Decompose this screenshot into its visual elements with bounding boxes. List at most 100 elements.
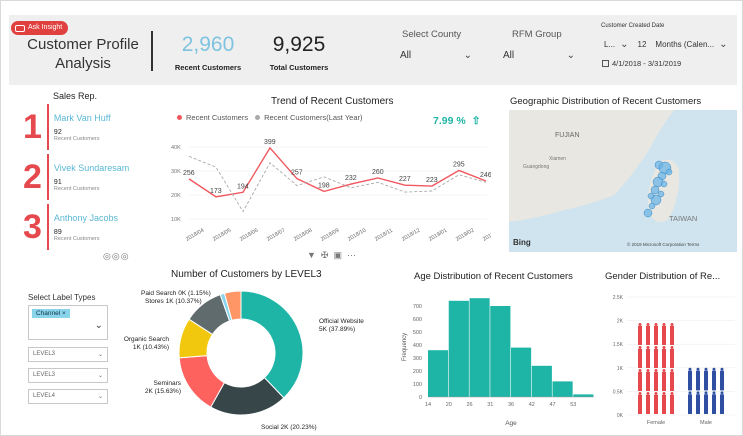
up-arrow-icon: ⇧ [471, 115, 481, 127]
gender-figure-head [662, 391, 666, 395]
level-dropdown-2[interactable]: LEVEL3 ⌄ [28, 368, 108, 383]
gender-figure-body [688, 394, 692, 414]
map-label-guangdong: Guangdong [523, 164, 550, 170]
age-title: Age Distribution of Recent Customers [414, 271, 573, 282]
age-y-label: Frequency [402, 333, 408, 361]
age-bar [469, 298, 490, 397]
gender-figure-head [670, 345, 674, 349]
level-value-2: LEVEL3 [33, 372, 56, 378]
age-bar [573, 394, 594, 397]
ask-insight-label: Ask Insight [28, 24, 63, 31]
county-value: All [400, 50, 412, 61]
gender-figure-body [646, 348, 650, 368]
level-dropdown-3[interactable]: LEVEL4 ⌄ [28, 389, 108, 404]
chevron-down-icon: ⌄ [97, 394, 103, 400]
gender-figure-body [646, 394, 650, 414]
gender-figure-head [654, 322, 658, 326]
remove-chip-icon[interactable]: × [62, 310, 66, 317]
period-count[interactable]: 12 [638, 40, 647, 49]
trend-data-label: 260 [372, 169, 384, 176]
gender-figure-body [662, 371, 666, 391]
donut-callout: 5K (37.89%) [319, 326, 355, 333]
gender-figure-body [646, 325, 650, 345]
sales-rep-item[interactable]: 3 Anthony Jacobs 89 Recent Customers [23, 204, 118, 250]
more-icon[interactable]: ⋯ [347, 250, 356, 261]
gender-figure-body [662, 348, 666, 368]
gender-figure-body [720, 394, 724, 414]
legend-dot-current [177, 115, 182, 120]
trend-x-tick: 2018/07 [266, 228, 286, 243]
map-label-fujian: FUJIAN [555, 132, 580, 139]
trend-x-tick: 2018/06 [239, 228, 259, 243]
kpi-total-label: Total Customers [269, 63, 329, 72]
sales-rep-title: Sales Rep. [53, 91, 98, 101]
age-y-tick: 200 [413, 369, 422, 375]
age-x-tick: 14 [425, 402, 431, 408]
age-bar [511, 347, 532, 397]
focus-icon[interactable]: ▣ [333, 250, 342, 261]
sales-rep-item[interactable]: 1 Mark Van Huff 92 Recent Customers [23, 104, 111, 150]
rep-name: Vivek Sundaresam [53, 162, 130, 173]
gender-figure-body [654, 348, 658, 368]
gender-chart: 2.5K 2K 1.5K 1K 0.5K 0K Female Male [613, 295, 735, 426]
label-type-select[interactable]: Channel × ⌄ [28, 305, 108, 340]
pager-icons[interactable]: ◎◎◎ [103, 251, 130, 262]
county-slicer-dropdown[interactable]: All ⌄ [400, 50, 472, 61]
age-bar [428, 350, 449, 397]
gender-y-tick: 2.5K [613, 295, 624, 301]
gender-figure-head [670, 391, 674, 395]
bing-logo: Bing [513, 238, 531, 247]
chevron-down-icon: ⌄ [566, 50, 575, 61]
channel-chip[interactable]: Channel × [32, 309, 70, 318]
rep-rank: 2 [23, 158, 42, 196]
age-x-tick: 36 [508, 402, 514, 408]
kpi-recent-value: 2,960 [181, 33, 235, 56]
growth-value: 7.99 % [433, 115, 466, 127]
rfm-value: All [503, 50, 515, 61]
trend-data-label: 246 [480, 172, 491, 179]
legend-dot-last [255, 115, 261, 120]
date-slicer-controls: L... ⌄ 12 Months (Calen... ⌄ [604, 39, 728, 50]
calendar-icon [602, 60, 609, 67]
ask-insight-button[interactable]: Ask Insight [11, 21, 69, 35]
trend-data-label: 223 [426, 177, 438, 184]
gender-figure-head [654, 391, 658, 395]
age-y-tick: 400 [413, 343, 422, 349]
level-dropdown-1[interactable]: LEVEL3 ⌄ [28, 347, 108, 362]
pin-icon[interactable]: ✠ [321, 250, 329, 261]
gender-figure-head [662, 368, 666, 372]
filter-icon[interactable]: ▼ [307, 250, 316, 261]
donut-slice [240, 290, 304, 399]
dashboard-page: Ask Insight Customer Profile Analysis 2,… [0, 0, 743, 436]
rep-details: Anthony Jacobs 89 Recent Customers [54, 213, 118, 242]
gender-figure-body [696, 394, 700, 414]
map-visual[interactable]: FUJIAN TAIWAN Guangdong Xiamen Bing © 20… [509, 110, 737, 252]
rep-name: Anthony Jacobs [53, 212, 118, 223]
date-range: 4/1/2018 - 3/31/2019 [602, 59, 681, 68]
gender-figure-body [654, 394, 658, 414]
gender-figure-body [670, 371, 674, 391]
relative-mode-dropdown[interactable]: L... [604, 40, 615, 49]
gender-figure-head [638, 368, 642, 372]
gender-figure-body [712, 370, 716, 391]
gender-figure-head [654, 345, 658, 349]
county-slicer-title: Select County [402, 29, 462, 40]
trend-x-tick: 2018/11 [374, 228, 394, 243]
trend-x-tick: 2018/08 [293, 228, 313, 243]
trend-x-tick: 2019/01 [428, 228, 448, 243]
trend-x-tick: 2019/03 [482, 228, 491, 243]
period-unit-dropdown[interactable]: Months (Calen... [655, 40, 714, 49]
label-types-title: Select Label Types [28, 293, 96, 302]
sales-rep-item[interactable]: 2 Vivek Sundaresam 91 Recent Customers [23, 154, 129, 200]
age-x-tick: 42 [529, 402, 535, 408]
title-line-1: Customer Profile [27, 36, 139, 53]
donut-callout: Paid Search 0K (1.15%) [141, 290, 211, 297]
kpi-total-card: 9,925 Total Customers [259, 33, 339, 72]
gender-figure-body [670, 348, 674, 368]
chevron-down-icon: ⌄ [97, 352, 103, 358]
map-label-taiwan: TAIWAN [669, 214, 698, 223]
chevron-down-icon: ⌄ [620, 39, 629, 50]
trend-series-last [188, 155, 487, 213]
rfm-slicer-dropdown[interactable]: All ⌄ [503, 50, 575, 61]
rep-sub: Recent Customers [53, 185, 100, 192]
